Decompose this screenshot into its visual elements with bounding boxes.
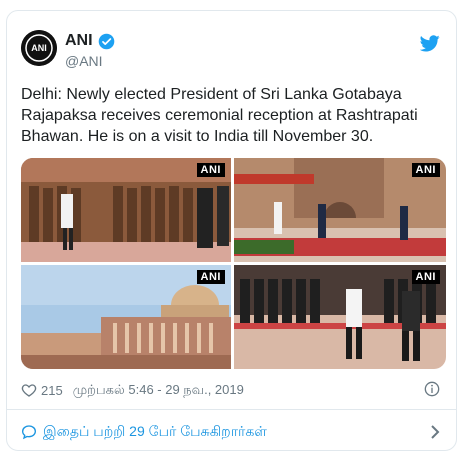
twitter-bird-icon[interactable] [420, 35, 440, 52]
verified-icon [98, 33, 114, 49]
tweet-meta: 215 முற்பகல் 5:46 - 29 நவ., 2019 [21, 381, 244, 399]
tweet-card[interactable]: ANI ANI @ANI Delhi: Newly elected Presid… [6, 10, 457, 451]
author-name-text[interactable]: ANI [65, 32, 93, 50]
heart-icon[interactable] [21, 382, 37, 398]
author-handle[interactable]: @ANI [65, 53, 103, 69]
author-name[interactable]: ANI [65, 32, 115, 50]
photo-grid[interactable]: ANI ANI ANI ANI [21, 158, 446, 369]
avatar-logo-text: ANI [31, 43, 47, 53]
divider [7, 409, 456, 410]
avatar[interactable]: ANI [21, 30, 57, 66]
photo-4-badge: ANI [411, 270, 440, 284]
comment-bubble-icon [21, 425, 37, 440]
photo-3-badge: ANI [196, 270, 225, 284]
conversation-link[interactable]: இதைப் பற்றி 29 பேர் பேசுகிறார்கள் [21, 421, 440, 443]
tweet-text: Delhi: Newly elected President of Sri La… [21, 86, 418, 145]
photo-4[interactable]: ANI [234, 265, 446, 369]
photo-1[interactable]: ANI [21, 158, 231, 262]
timestamp[interactable]: முற்பகல் 5:46 - 29 நவ., 2019 [73, 382, 244, 399]
chevron-right-icon[interactable] [430, 425, 440, 439]
info-icon[interactable] [424, 381, 440, 397]
photo-1-badge: ANI [196, 163, 225, 177]
like-count[interactable]: 215 [41, 383, 63, 398]
photo-2-badge: ANI [411, 163, 440, 177]
photo-2[interactable]: ANI [234, 158, 446, 262]
photo-3[interactable]: ANI [21, 265, 231, 369]
conversation-text[interactable]: இதைப் பற்றி 29 பேர் பேசுகிறார்கள் [43, 423, 267, 442]
